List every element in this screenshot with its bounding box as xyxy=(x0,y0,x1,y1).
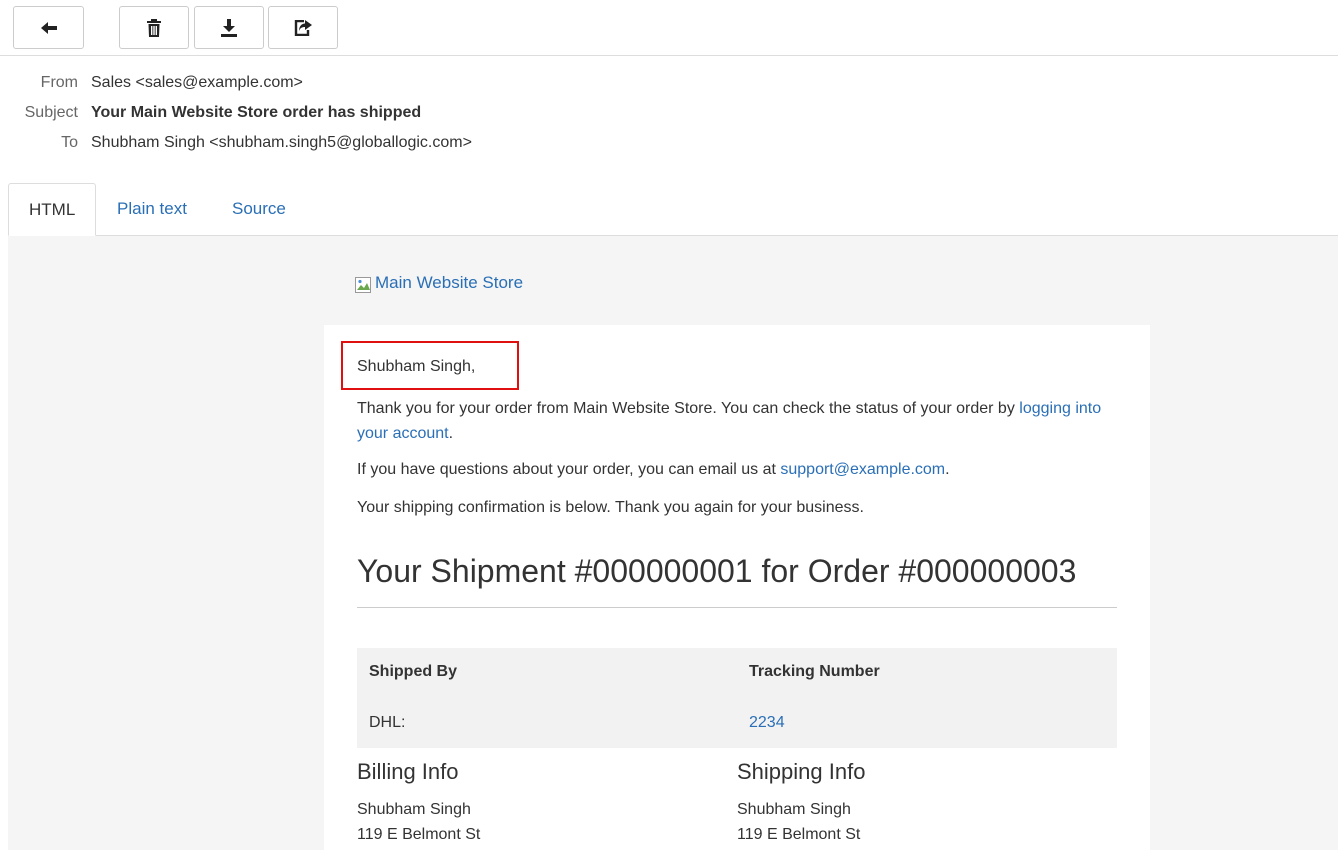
from-row: From Sales <sales@example.com> xyxy=(0,74,700,98)
to-value: Shubham Singh <shubham.singh5@globallogi… xyxy=(91,134,472,151)
shipping-info-heading: Shipping Info xyxy=(737,759,866,784)
arrow-left-icon xyxy=(40,21,58,35)
tab-source[interactable]: Source xyxy=(212,183,306,236)
title-divider xyxy=(357,607,1117,608)
confirmation-text: Your shipping confirmation is below. Tha… xyxy=(357,499,864,516)
billing-address: Shubham Singh 119 E Belmont St xyxy=(357,797,480,847)
to-row: To Shubham Singh <shubham.singh5@globall… xyxy=(0,134,700,158)
delete-button[interactable] xyxy=(119,6,189,49)
billing-name: Shubham Singh xyxy=(357,801,471,818)
support-email-link[interactable]: support@example.com xyxy=(780,461,945,478)
shipping-address: Shubham Singh 119 E Belmont St xyxy=(737,797,860,847)
share-icon xyxy=(294,19,312,36)
billing-info-heading: Billing Info xyxy=(357,759,459,784)
questions-text: If you have questions about your order, … xyxy=(357,461,776,478)
email-card: Shubham Singh, Thank you for your order … xyxy=(324,325,1150,850)
subject-row: Subject Your Main Website Store order ha… xyxy=(0,104,700,128)
broken-image-icon xyxy=(355,277,373,295)
questions-period: . xyxy=(945,461,950,478)
back-button[interactable] xyxy=(13,6,84,49)
share-button[interactable] xyxy=(268,6,338,49)
shipment-title: Your Shipment #000000001 for Order #0000… xyxy=(357,553,1077,589)
tracking-number-link[interactable]: 2234 xyxy=(749,714,785,732)
store-logo[interactable]: Main Website Store xyxy=(355,271,523,295)
thank-you-text: Thank you for your order from Main Websi… xyxy=(357,400,1015,417)
carrier-value: DHL: xyxy=(369,714,406,731)
questions-paragraph: If you have questions about your order, … xyxy=(357,457,1117,482)
shipping-street: 119 E Belmont St xyxy=(737,826,861,843)
tab-html[interactable]: HTML xyxy=(8,183,97,236)
email-preview: Main Website Store Shubham Singh, Thank … xyxy=(8,236,1338,850)
billing-street: 119 E Belmont St xyxy=(357,826,481,843)
store-logo-alt: Main Website Store xyxy=(375,273,524,292)
from-value: Sales <sales@example.com> xyxy=(91,74,303,91)
toolbar xyxy=(0,0,1338,56)
greeting: Shubham Singh, xyxy=(357,358,476,375)
download-icon xyxy=(221,18,237,37)
thank-you-period: . xyxy=(448,425,454,442)
trash-icon xyxy=(147,18,161,37)
subject-value: Your Main Website Store order has shippe… xyxy=(91,104,422,121)
view-tabs: HTML Plain text Source xyxy=(8,183,1338,236)
from-label: From xyxy=(40,74,78,91)
thank-you-paragraph: Thank you for your order from Main Websi… xyxy=(357,396,1117,446)
tracking-number-header: Tracking Number xyxy=(749,663,880,680)
tracking-table: Shipped By Tracking Number DHL: 2234 xyxy=(357,648,1117,748)
subject-label: Subject xyxy=(24,104,78,121)
download-button[interactable] xyxy=(194,6,264,49)
shipping-name: Shubham Singh xyxy=(737,801,851,818)
shipped-by-header: Shipped By xyxy=(369,663,458,680)
tab-plain-text[interactable]: Plain text xyxy=(97,183,207,236)
to-label: To xyxy=(61,134,78,151)
